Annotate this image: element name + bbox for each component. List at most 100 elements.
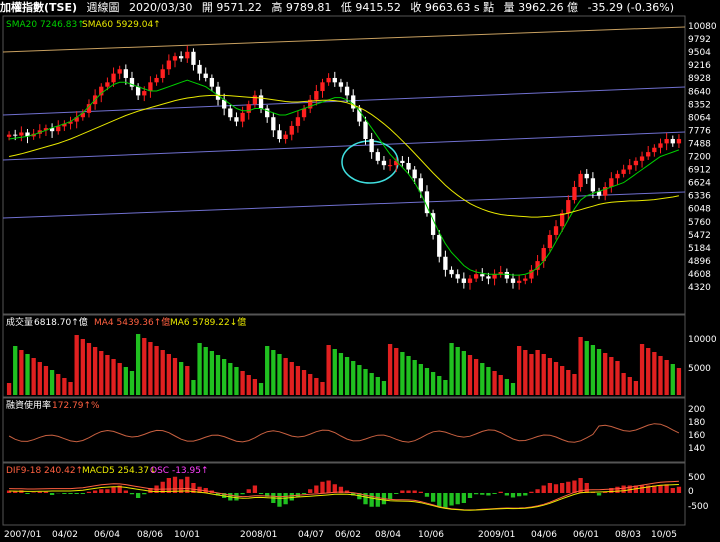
volume-bar [344,357,350,395]
volume-bar [473,359,479,395]
macd-osc-bar [80,493,85,494]
volume-bar [111,359,116,395]
macd-osc-bar [111,486,116,493]
candle-body [646,152,651,157]
volume-bar [449,343,454,395]
x-tick-label: 08/03 [615,530,641,540]
volume-bar [277,354,282,395]
volume-bar [148,342,153,395]
volume-bar [301,370,307,395]
volume-bar [670,364,675,395]
candle-body [351,95,356,109]
trend-line-mid [2,86,686,116]
volume-bar [639,344,645,395]
candle-body [258,95,264,109]
trend-line-lower [2,191,686,219]
panel-frames [2,15,686,526]
volume-bar [615,361,620,395]
macd-histogram [6,476,682,511]
candle-body [148,82,153,92]
price-tick-label: 7776 [688,126,711,136]
candle-body [455,274,460,279]
volume-bar [326,345,331,395]
candle-body [523,278,528,281]
volume-bar [135,334,141,395]
volume-bar [596,349,602,395]
candle-body [326,77,331,83]
macd-osc-bar [455,493,460,505]
volume-bar [37,362,42,395]
candle-body [197,64,202,74]
volume-bar [387,344,393,395]
macd-osc-bar [92,490,98,493]
price-tick-label: 6048 [688,205,711,215]
x-tick-label: 06/02 [335,530,361,540]
macd-line [9,484,679,511]
volume-bar [529,354,534,395]
dif-label: DIF9-18 240.42↑ [6,466,83,476]
x-axis: 2007/01 04/02 06/04 08/06 10/01 2008/01 04/07 0… [4,530,677,540]
candle-body [172,56,178,61]
macd-osc-bar [31,492,36,493]
candle-body [676,139,682,144]
margin-tick-label: 200 [688,405,705,415]
volume-bar [375,377,380,395]
macd-osc-bar [504,493,510,496]
candle-body [670,139,675,144]
macd-osc-bar [394,493,399,494]
volume-bar [603,353,608,395]
candle-body [277,130,282,140]
volume-tick-label: 10000 [688,335,717,345]
candle-body [572,186,577,201]
macd-osc-bar [596,493,602,496]
volume-bar [56,374,61,395]
macd-osc-bar [43,491,49,493]
candle-body [406,163,411,170]
volume-bar [185,366,190,395]
macd-osc-bar [258,493,264,494]
x-tick-label: 2009/01 [478,530,515,540]
candle-body [412,169,417,179]
sma20-line [9,79,680,276]
volume-bar [461,351,466,395]
volume-bar [25,354,30,395]
macd-osc-bar [486,493,491,496]
macd-osc-bar [400,490,405,493]
candle-body [510,278,516,283]
candle-body [283,134,288,140]
sma60-label: SMA60 5929.04↑ [82,20,161,30]
candle-body [320,82,325,92]
volume-bar [265,346,270,395]
macd-osc-bar [252,485,258,493]
candle-body [486,276,491,279]
volume-bar [49,370,55,395]
sma60-line [8,94,680,218]
macd-osc-bar [584,483,589,493]
candle-body [111,73,116,83]
volume-bar [424,368,430,395]
candle-body [664,139,669,144]
volume-bar [13,346,18,395]
volume-bar [99,351,104,395]
macd-osc-bar [13,491,18,493]
price-tick-label: 4896 [688,257,711,267]
price-tick-label: 4320 [688,283,711,293]
volume-bar [246,375,251,395]
price-tick-label: 7488 [688,139,711,149]
volume-bar [676,368,682,395]
candle-body [547,234,553,249]
price-tick-label: 5472 [688,231,711,241]
candle-body [142,91,147,96]
volume-bar [652,352,657,395]
volume-bar [621,373,626,395]
macd-label: MACD5 254.37↓ [82,466,157,476]
candle-body [271,117,276,131]
candle-body [203,73,208,78]
volume-bar [627,377,632,395]
candlesticks [6,45,682,290]
macd-osc-bar [560,483,565,493]
macd-osc-bar [62,493,67,494]
macd-osc-bar [369,493,374,507]
volume-value: 6818.70↑億 [34,316,88,328]
candle-body [240,112,245,122]
